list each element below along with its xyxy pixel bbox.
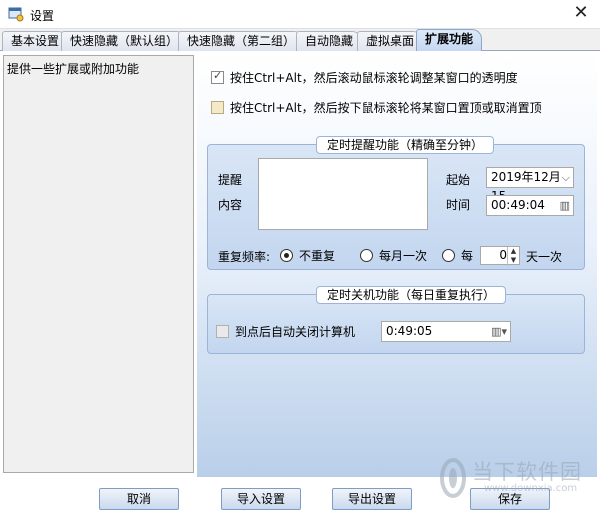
export-settings-button[interactable]: 导出设置 [332, 488, 412, 510]
app-icon [8, 6, 24, 22]
tab-virtual-desktop[interactable]: 虚拟桌面 [357, 31, 424, 51]
repeat-days-value: 0 [499, 248, 507, 262]
shutdown-time-value: 0:49:05 [386, 324, 433, 338]
topmost-wheel-option[interactable]: 按住Ctrl+Alt，然后按下鼠标滚轮将某窗口置顶或取消置顶 [211, 99, 542, 115]
repeat-days-suffix: 天一次 [526, 250, 563, 264]
auto-shutdown-checkbox[interactable] [216, 324, 229, 338]
start-label: 起始 [446, 173, 471, 187]
stepper-arrows-icon[interactable]: ▲ ▼ [507, 247, 519, 266]
watermark-text: 当下软件园 [472, 460, 582, 484]
shutdown-time-picker[interactable]: 0:49:05 ▥▾ [381, 321, 511, 342]
window-title: 设置 [30, 9, 55, 23]
close-button[interactable]: ✕ [570, 2, 592, 24]
repeat-every-option[interactable]: 每 [442, 247, 473, 264]
start-date-picker[interactable]: 2019年12月15 ⌵ [486, 167, 574, 203]
spin-icon[interactable]: ▥ [560, 196, 570, 215]
reminder-group: 定时提醒功能（精确至分钟） 提醒 内容 起始 2019年12月15 ⌵ 时间 0… [207, 136, 585, 270]
repeat-days-stepper[interactable]: 0 ▲ ▼ [480, 246, 520, 266]
opacity-wheel-option[interactable]: 按住Ctrl+Alt，然后滚动鼠标滚轮调整某窗口的透明度 [211, 69, 518, 85]
start-time-picker[interactable]: 00:49:04 ▥ [486, 195, 574, 216]
description-text: 提供一些扩展或附加功能 [7, 62, 140, 76]
reminder-content-input[interactable] [258, 158, 428, 230]
auto-shutdown-label: 到点后自动关闭计算机 [235, 324, 356, 339]
reminder-content-label-2: 内容 [218, 198, 243, 212]
topmost-wheel-label: 按住Ctrl+Alt，然后按下鼠标滚轮将某窗口置顶或取消置顶 [230, 100, 542, 115]
import-settings-button[interactable]: 导入设置 [221, 488, 301, 510]
tab-extensions[interactable]: 扩展功能 [416, 29, 483, 51]
shutdown-group-title: 定时关机功能（每日重复执行） [316, 286, 507, 304]
chevron-down-icon[interactable]: ⌵ [562, 168, 570, 187]
repeat-monthly-radio[interactable] [360, 249, 373, 262]
description-panel: 提供一些扩展或附加功能 [3, 55, 194, 473]
opacity-wheel-checkbox[interactable] [211, 69, 224, 84]
shutdown-group: 定时关机功能（每日重复执行） 到点后自动关闭计算机 0:49:05 ▥▾ [207, 286, 585, 354]
repeat-every-label: 每 [461, 249, 474, 263]
repeat-none-radio[interactable] [280, 249, 293, 262]
extensions-content: 按住Ctrl+Alt，然后滚动鼠标滚轮调整某窗口的透明度 按住Ctrl+Alt，… [197, 53, 597, 477]
watermark-url: www.downxia.com [484, 483, 578, 494]
watermark-logo-icon [440, 458, 466, 498]
title-bar: 设置 ✕ [0, 0, 600, 29]
spin-dropdown-icon[interactable]: ▥▾ [491, 322, 507, 341]
repeat-monthly-option[interactable]: 每月一次 [360, 247, 427, 264]
repeat-monthly-label: 每月一次 [379, 249, 428, 263]
repeat-none-label: 不重复 [299, 249, 336, 263]
tab-basic-settings[interactable]: 基本设置 [2, 31, 69, 51]
start-time-value: 00:49:04 [491, 198, 545, 212]
opacity-wheel-label: 按住Ctrl+Alt，然后滚动鼠标滚轮调整某窗口的透明度 [230, 70, 518, 85]
tab-bar: 基本设置 快速隐藏（默认组） 快速隐藏（第二组） 自动隐藏 虚拟桌面 扩展功能 [0, 29, 600, 51]
auto-shutdown-option[interactable]: 到点后自动关闭计算机 [216, 323, 355, 339]
tab-quick-hide-second[interactable]: 快速隐藏（第二组） [178, 31, 305, 51]
watermark: 当下软件园 www.downxia.com [440, 456, 585, 506]
cancel-button[interactable]: 取消 [99, 488, 179, 510]
reminder-group-title: 定时提醒功能（精确至分钟） [316, 136, 495, 154]
repeat-none-option[interactable]: 不重复 [280, 247, 335, 264]
tab-auto-hide[interactable]: 自动隐藏 [296, 31, 363, 51]
reminder-content-label-1: 提醒 [218, 173, 243, 187]
tab-quick-hide-default[interactable]: 快速隐藏（默认组） [61, 31, 188, 51]
topmost-wheel-checkbox[interactable] [211, 100, 224, 114]
repeat-every-radio[interactable] [442, 249, 455, 262]
repeat-label: 重复频率: [218, 250, 271, 264]
time-label: 时间 [446, 198, 471, 212]
